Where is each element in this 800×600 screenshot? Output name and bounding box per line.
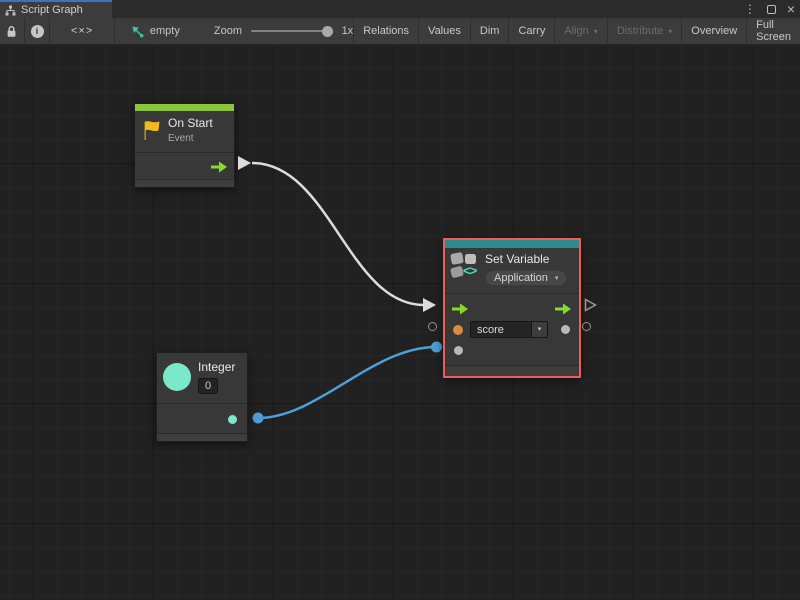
value-output-port[interactable] xyxy=(561,325,570,334)
variable-scope-dropdown[interactable]: Application ▾ xyxy=(485,270,567,286)
control-connection-wire[interactable] xyxy=(252,163,424,305)
tab-bar: Script Graph ⋮ × xyxy=(0,0,800,18)
graph-toolbar: i <×> empty Zoom 1x Relations Values xyxy=(0,18,800,45)
graph-hierarchy-icon xyxy=(5,5,16,16)
integer-header: Integer 0 xyxy=(157,353,247,403)
flag-icon xyxy=(142,119,161,141)
variable-name-value: score xyxy=(471,322,531,337)
zoom-slider-handle[interactable] xyxy=(322,26,333,37)
lock-icon xyxy=(6,25,17,38)
maximize-icon[interactable] xyxy=(767,5,776,14)
control-port-row xyxy=(445,298,579,319)
node-title: Integer xyxy=(198,361,235,375)
control-output-port-icon[interactable] xyxy=(555,303,572,315)
set-variable-header-bar xyxy=(445,240,579,248)
chevron-down-icon: ▾ xyxy=(555,274,559,282)
tab-title: Script Graph xyxy=(21,4,83,16)
code-preview-toggle[interactable]: <×> xyxy=(50,18,114,45)
integer-value-field[interactable]: 0 xyxy=(198,378,218,394)
node-footer xyxy=(445,365,579,376)
unconnected-value-output-indicator[interactable] xyxy=(582,322,591,331)
value-input-port[interactable] xyxy=(454,346,463,355)
node-on-start[interactable]: On Start Event xyxy=(134,103,235,188)
graph-pointer-icon xyxy=(131,25,144,38)
info-button[interactable]: i xyxy=(25,18,50,45)
chevron-down-icon: ▾ xyxy=(594,27,598,36)
on-start-port-row xyxy=(135,152,234,179)
node-title: On Start xyxy=(168,117,213,131)
variable-name-input-port[interactable] xyxy=(453,325,463,335)
window-controls: ⋮ × xyxy=(744,0,795,18)
integer-port-row xyxy=(157,403,247,433)
code-brackets-icon: <> xyxy=(463,264,476,277)
selection-highlight: <> Set Variable Application ▾ xyxy=(443,238,581,378)
tab-script-graph[interactable]: Script Graph xyxy=(0,0,112,18)
on-start-header-bar xyxy=(135,104,234,111)
connected-control-indicator-on-start[interactable] xyxy=(238,156,251,170)
chevron-down-icon: ▾ xyxy=(668,27,672,36)
kebab-menu-icon[interactable]: ⋮ xyxy=(744,2,756,16)
node-title: Set Variable xyxy=(485,253,567,267)
variable-name-row: score ▾ xyxy=(445,319,579,340)
relations-button[interactable]: Relations xyxy=(353,18,418,45)
control-output-port-icon[interactable] xyxy=(211,161,228,173)
full-screen-button[interactable]: Full Screen xyxy=(746,18,800,45)
new-value-row xyxy=(445,340,579,361)
set-variable-ports: score ▾ xyxy=(445,293,579,365)
connections-layer xyxy=(0,45,800,600)
toolbar-button-group: Relations Values Dim Carry Align ▾ Distr… xyxy=(353,18,800,45)
info-icon: i xyxy=(31,25,44,38)
script-graph-window: Script Graph ⋮ × i <×> xyxy=(0,0,800,600)
chevron-down-icon: ▾ xyxy=(538,325,542,333)
node-footer xyxy=(135,179,234,187)
distribute-button[interactable]: Distribute ▾ xyxy=(607,18,681,45)
unconnected-control-output-indicator[interactable] xyxy=(584,298,597,312)
set-variable-header: <> Set Variable Application ▾ xyxy=(445,248,579,293)
node-subtitle: Event xyxy=(168,133,213,144)
zoom-slider[interactable] xyxy=(251,30,333,32)
node-integer[interactable]: Integer 0 xyxy=(156,352,248,442)
carry-button[interactable]: Carry xyxy=(508,18,554,45)
close-icon[interactable]: × xyxy=(787,2,795,16)
integer-type-icon xyxy=(163,363,191,391)
unconnected-value-input-indicator[interactable] xyxy=(428,322,437,331)
value-wire-start-dot[interactable] xyxy=(253,413,264,424)
node-set-variable[interactable]: <> Set Variable Application ▾ xyxy=(445,240,579,376)
align-button[interactable]: Align ▾ xyxy=(554,18,606,45)
control-input-port-icon[interactable] xyxy=(452,303,469,315)
selection-label: empty xyxy=(150,25,180,37)
connected-control-indicator-set-variable[interactable] xyxy=(423,298,436,312)
code-toggle-icon: <×> xyxy=(71,25,93,37)
zoom-label: Zoom xyxy=(214,25,242,37)
integer-value: 0 xyxy=(205,380,211,392)
variables-icon: <> xyxy=(451,253,478,279)
integer-output-port[interactable] xyxy=(228,415,237,424)
selection-indicator: empty xyxy=(131,18,180,45)
lock-button[interactable] xyxy=(0,18,24,45)
dim-button[interactable]: Dim xyxy=(470,18,509,45)
zoom-value: 1x xyxy=(342,25,354,37)
variable-name-dropdown-button[interactable]: ▾ xyxy=(531,322,547,337)
values-button[interactable]: Values xyxy=(418,18,470,45)
on-start-header: On Start Event xyxy=(135,111,234,152)
variable-name-field[interactable]: score ▾ xyxy=(470,321,548,338)
toolbar-separator xyxy=(114,18,115,45)
value-wire-end-dot[interactable] xyxy=(431,342,442,353)
value-connection-wire[interactable] xyxy=(258,347,436,418)
node-footer xyxy=(157,433,247,441)
overview-button[interactable]: Overview xyxy=(681,18,746,45)
graph-canvas[interactable]: On Start Event <> xyxy=(0,45,800,600)
